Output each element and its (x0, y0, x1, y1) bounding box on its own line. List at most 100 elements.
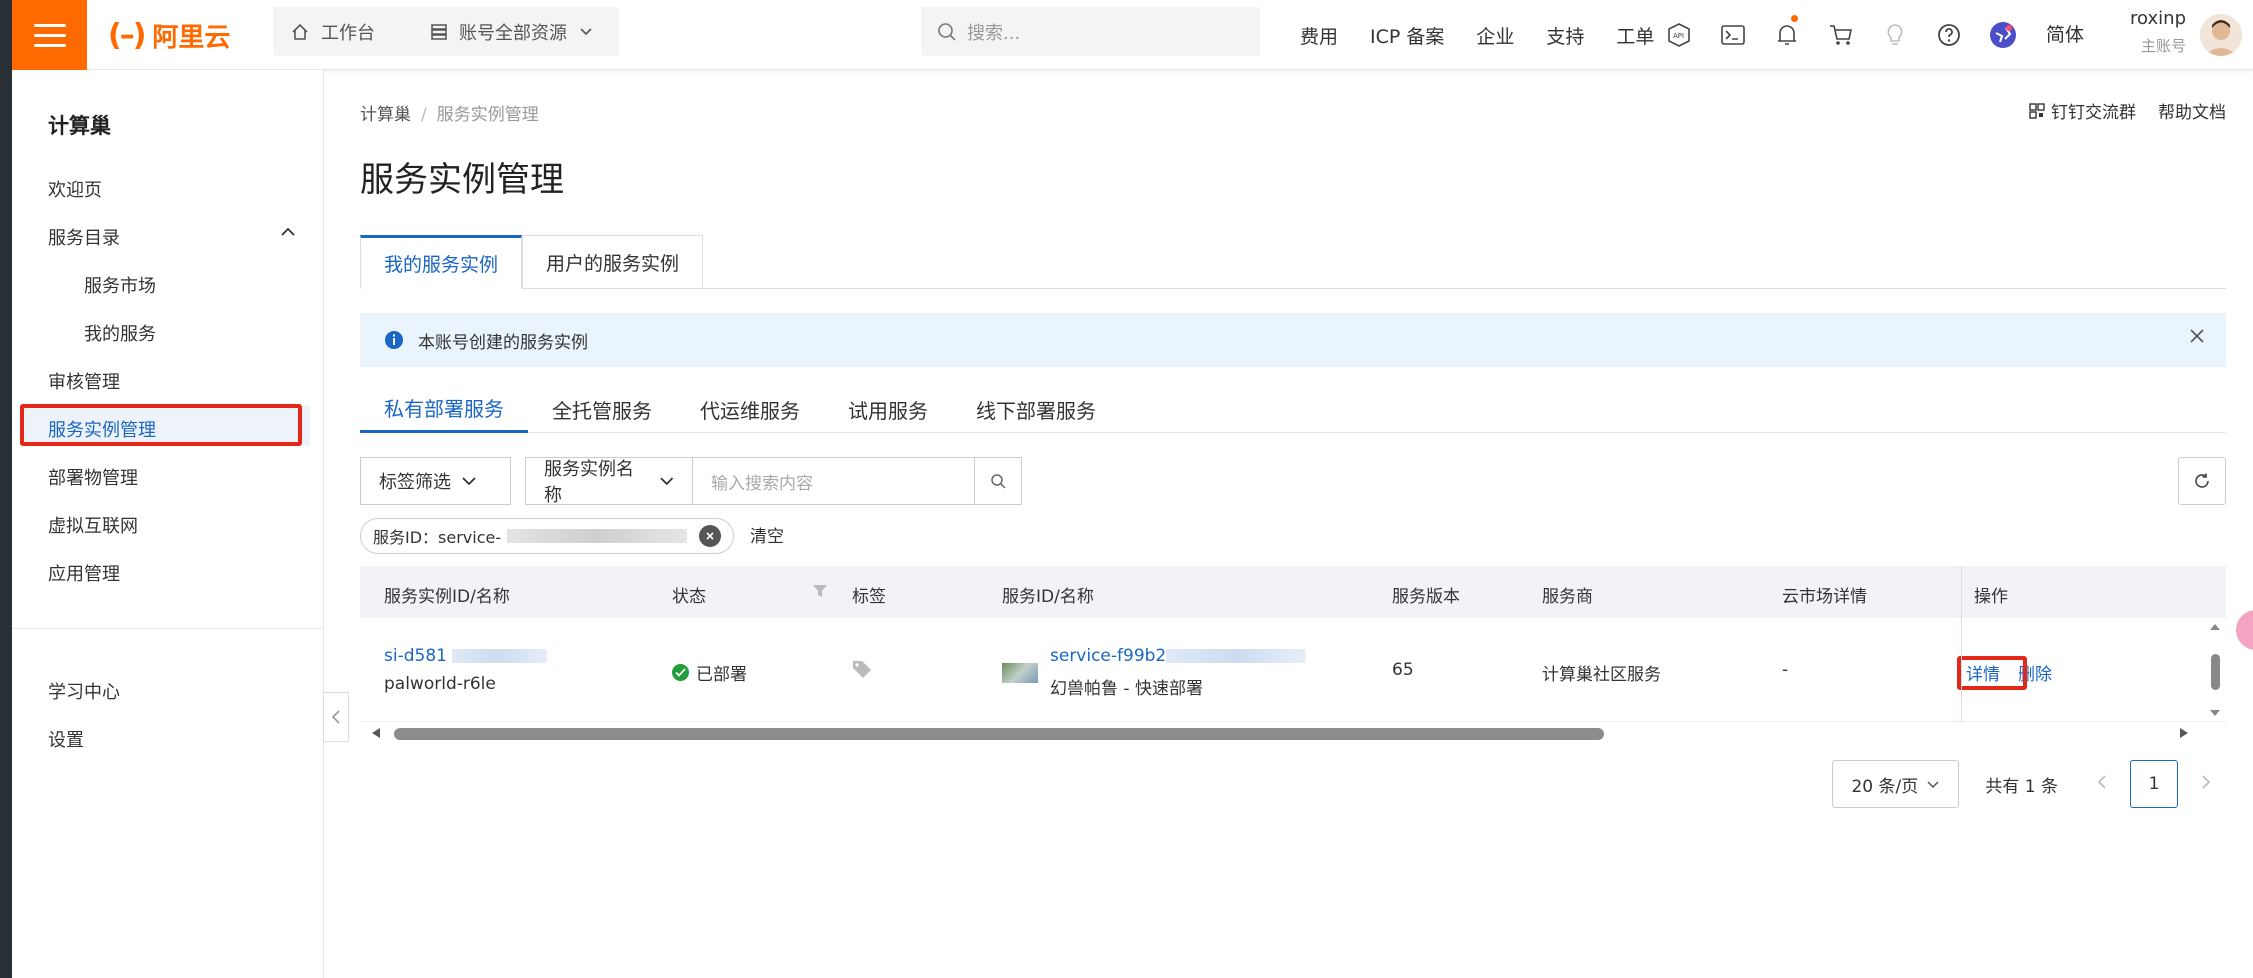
sidebar-collapse-handle[interactable] (323, 692, 349, 742)
breadcrumb-root[interactable]: 计算巢 (360, 105, 411, 125)
table-vertical-scrollbar[interactable] (2205, 618, 2226, 722)
dingtalk-label: 钉钉交流群 (2051, 103, 2136, 123)
info-alert: 本账号创建的服务实例 (360, 313, 2226, 367)
floating-assistant-badge[interactable] (2236, 610, 2253, 650)
database-icon (431, 23, 447, 40)
workbench-button[interactable]: 工作台 (273, 7, 417, 56)
tag-filter-dropdown[interactable]: 标签筛选 (360, 457, 511, 505)
sidebar-item-welcome[interactable]: 欢迎页 (48, 176, 102, 202)
col-market: 云市场详情 (1782, 587, 1867, 607)
sidebar-item-vnet[interactable]: 虚拟互联网 (48, 512, 138, 538)
api-icon[interactable]: API (1652, 0, 1706, 70)
instance-id-link[interactable]: si-d581 (384, 646, 447, 666)
sidebar-item-my-services[interactable]: 我的服务 (84, 320, 156, 346)
next-page-button[interactable] (2186, 774, 2226, 795)
tab-user-instances[interactable]: 用户的服务实例 (522, 235, 704, 289)
search-input[interactable]: 输入搜索内容 (693, 457, 975, 505)
sidebar-item-marketplace[interactable]: 服务市场 (84, 272, 156, 298)
nav-link-enterprise[interactable]: 企业 (1460, 22, 1530, 49)
bell-icon[interactable] (1760, 0, 1814, 70)
total-count: 共有 1 条 (1985, 776, 2058, 797)
sidebar-item-apps[interactable]: 应用管理 (48, 560, 120, 586)
page-title: 服务实例管理 (360, 160, 564, 200)
search-icon (938, 22, 956, 41)
resource-scope-dropdown[interactable]: 账号全部资源 (413, 7, 619, 56)
help-docs-link[interactable]: 帮助文档 (2158, 98, 2226, 123)
col-provider: 服务商 (1542, 587, 1593, 607)
redacted-value (452, 649, 548, 663)
search-icon (991, 474, 1006, 489)
cart-icon[interactable] (1814, 0, 1868, 70)
sidebar-item-artifacts[interactable]: 部署物管理 (48, 464, 138, 490)
sidebar-item-settings[interactable]: 设置 (48, 726, 84, 752)
svg-text:API: API (1673, 32, 1684, 40)
language-switch[interactable]: 简体 (2046, 0, 2084, 70)
nav-link-support[interactable]: 支持 (1530, 22, 1600, 49)
avatar[interactable] (2200, 14, 2242, 56)
refresh-button[interactable] (2178, 457, 2226, 505)
notification-dot (1791, 15, 1798, 22)
search-submit-button[interactable] (975, 457, 1022, 505)
breadcrumb: 计算巢 / 服务实例管理 (360, 100, 539, 125)
tab-offline[interactable]: 线下部署服务 (952, 385, 1120, 433)
chevron-down-icon (462, 477, 476, 486)
help-icon[interactable] (1922, 0, 1976, 70)
table-horizontal-scrollbar[interactable] (360, 722, 2226, 744)
bulb-icon[interactable] (1868, 0, 1922, 70)
tab-trial[interactable]: 试用服务 (824, 385, 952, 433)
chip-remove-icon[interactable] (699, 525, 722, 547)
market-cell: - (1782, 660, 1789, 680)
filter-bar: 标签筛选 服务实例名称 输入搜索内容 (360, 457, 1022, 506)
top-links: 费用 ICP 备案 企业 支持 工单 (1284, 0, 1670, 70)
header-links: 钉钉交流群 帮助文档 (2029, 98, 2226, 123)
sidebar-title: 计算巢 (48, 114, 111, 138)
user-info[interactable]: roxinp 主账号 (2120, 8, 2186, 56)
globe-icon[interactable] (1976, 0, 2030, 70)
service-type-tabs: 私有部署服务 全托管服务 代运维服务 试用服务 线下部署服务 (360, 385, 1120, 433)
global-search-input[interactable]: 搜索... (921, 7, 1260, 56)
sidebar-item-learning[interactable]: 学习中心 (48, 678, 120, 704)
close-icon[interactable] (2188, 327, 2206, 345)
aliyun-logo[interactable]: (–) 阿里云 (108, 16, 230, 54)
check-circle-icon (672, 664, 689, 681)
terminal-icon[interactable] (1706, 0, 1760, 70)
tab-my-instances[interactable]: 我的服务实例 (360, 235, 523, 289)
clear-filters-button[interactable]: 清空 (750, 522, 784, 547)
sidebar-item-review[interactable]: 审核管理 (48, 368, 120, 394)
search-field-label: 服务实例名称 (544, 459, 634, 506)
window-left-edge (0, 0, 12, 978)
search-field-select[interactable]: 服务实例名称 (525, 457, 693, 506)
version-cell: 65 (1392, 660, 1414, 680)
tab-managed[interactable]: 全托管服务 (528, 385, 676, 433)
user-name: roxinp (2130, 8, 2186, 29)
chevron-left-icon (2097, 774, 2106, 789)
tab-private[interactable]: 私有部署服务 (360, 385, 528, 433)
nav-link-icp[interactable]: ICP 备案 (1354, 22, 1460, 49)
logo-mark-icon: (–) (108, 17, 146, 53)
prev-page-button[interactable] (2082, 774, 2122, 795)
tab-operations[interactable]: 代运维服务 (676, 385, 824, 433)
service-id-link[interactable]: service-f99b2 (1050, 646, 1166, 666)
hamburger-menu-button[interactable] (12, 0, 87, 70)
status-cell: 已部署 (672, 660, 747, 685)
tag-cell[interactable] (852, 660, 872, 683)
page-size-select[interactable]: 20 条/页 (1832, 760, 1960, 808)
redacted-value (1166, 649, 1307, 663)
user-role: 主账号 (2140, 37, 2186, 55)
instance-cell: si-d581 palworld-r6le (384, 646, 548, 694)
alert-text: 本账号创建的服务实例 (418, 332, 588, 353)
page-number-current[interactable]: 1 (2130, 760, 2178, 808)
top-icon-group: API (1652, 0, 2030, 70)
col-version: 服务版本 (1392, 587, 1460, 607)
dingtalk-link[interactable]: 钉钉交流群 (2029, 98, 2136, 123)
filter-icon[interactable] (812, 583, 828, 599)
chevron-right-icon (2202, 774, 2211, 789)
nav-link-billing[interactable]: 费用 (1284, 22, 1354, 49)
scrollbar-thumb[interactable] (394, 728, 1604, 740)
service-thumbnail (1002, 662, 1038, 683)
instance-scope-tabs: 我的服务实例 用户的服务实例 (360, 235, 704, 289)
sidebar-item-catalog[interactable]: 服务目录 (48, 224, 120, 250)
filter-chip-service-id[interactable]: 服务ID：service- (360, 518, 735, 554)
chevron-up-icon[interactable] (280, 226, 296, 238)
breadcrumb-separator: / (421, 105, 427, 125)
